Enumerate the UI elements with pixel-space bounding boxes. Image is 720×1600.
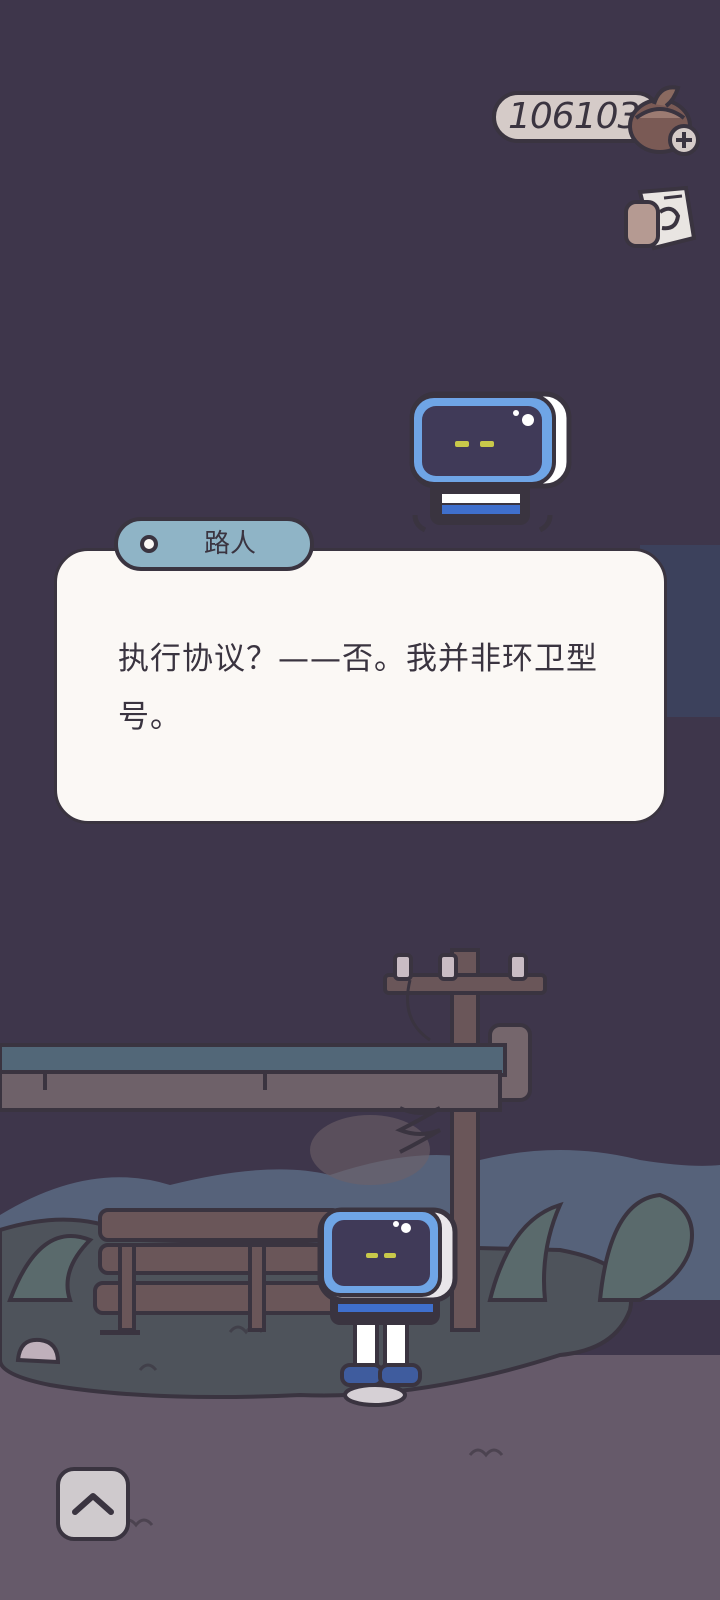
speaker-dot-icon <box>140 535 158 553</box>
game-scene[interactable]: 106103 路人 执行协议？——否。我并非环卫型号。 <box>0 0 720 1600</box>
dialog-text: 执行协议？——否。我并非环卫型号。 <box>118 641 598 735</box>
speaker-name: 路人 <box>203 529 256 559</box>
expand-button[interactable] <box>56 1467 130 1541</box>
acorn-coin-icon[interactable] <box>626 78 706 162</box>
chevron-up-icon <box>72 1493 114 1515</box>
plus-icon <box>668 124 700 156</box>
robot-portrait <box>409 391 572 533</box>
newspaper-scroll-icon[interactable] <box>620 182 700 258</box>
coin-count: 106103 <box>508 96 640 137</box>
